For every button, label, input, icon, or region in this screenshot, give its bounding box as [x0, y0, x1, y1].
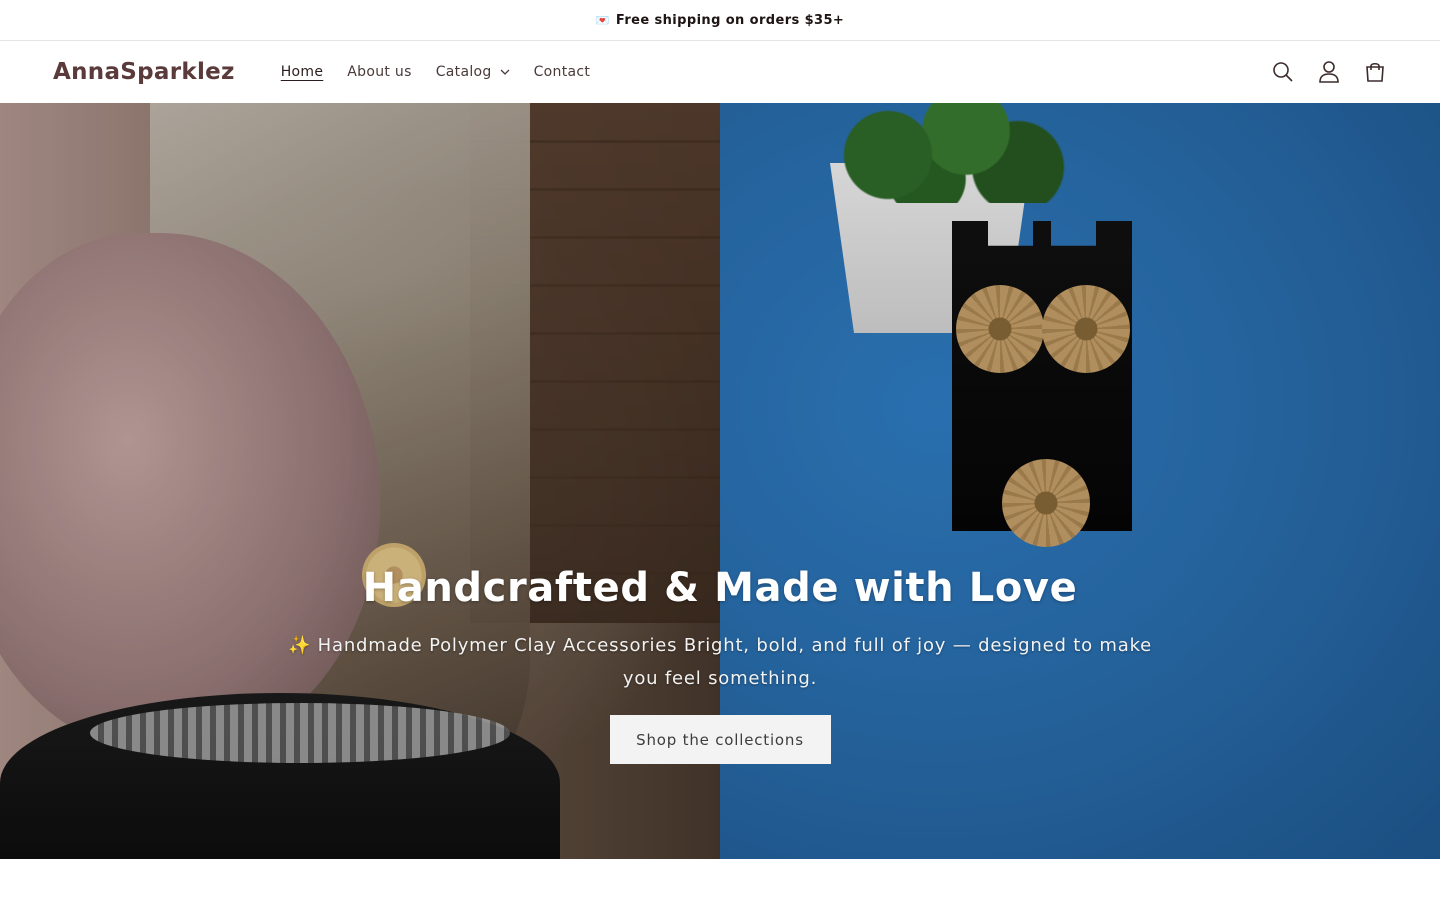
site-header: AnnaSparklez Home About us Catalog Conta… — [0, 41, 1440, 103]
hero-title: Handcrafted & Made with Love — [362, 565, 1078, 611]
site-logo[interactable]: AnnaSparklez — [53, 59, 235, 85]
main-nav: Home About us Catalog Contact — [269, 64, 602, 80]
account-icon[interactable] — [1316, 59, 1342, 85]
announcement-text: Free shipping on orders $35+ — [615, 12, 845, 28]
nav-catalog[interactable]: Catalog — [424, 64, 522, 80]
chevron-down-icon — [500, 67, 510, 77]
nav-home[interactable]: Home — [269, 64, 336, 80]
nav-contact[interactable]: Contact — [522, 64, 603, 80]
nav-about[interactable]: About us — [335, 64, 423, 80]
announcement-bar: 💌 Free shipping on orders $35+ — [0, 0, 1440, 41]
header-icons — [1270, 59, 1388, 85]
hero-content: Handcrafted & Made with Love ✨ Handmade … — [0, 565, 1440, 764]
heart-letter-icon: 💌 — [595, 13, 610, 27]
search-icon[interactable] — [1270, 59, 1296, 85]
shop-collections-button[interactable]: Shop the collections — [609, 715, 831, 764]
hero-banner: Handcrafted & Made with Love ✨ Handmade … — [0, 103, 1440, 859]
hero-subtitle: ✨ Handmade Polymer Clay Accessories Brig… — [287, 635, 1153, 689]
cart-icon[interactable] — [1362, 59, 1388, 85]
nav-catalog-label: Catalog — [435, 64, 492, 80]
